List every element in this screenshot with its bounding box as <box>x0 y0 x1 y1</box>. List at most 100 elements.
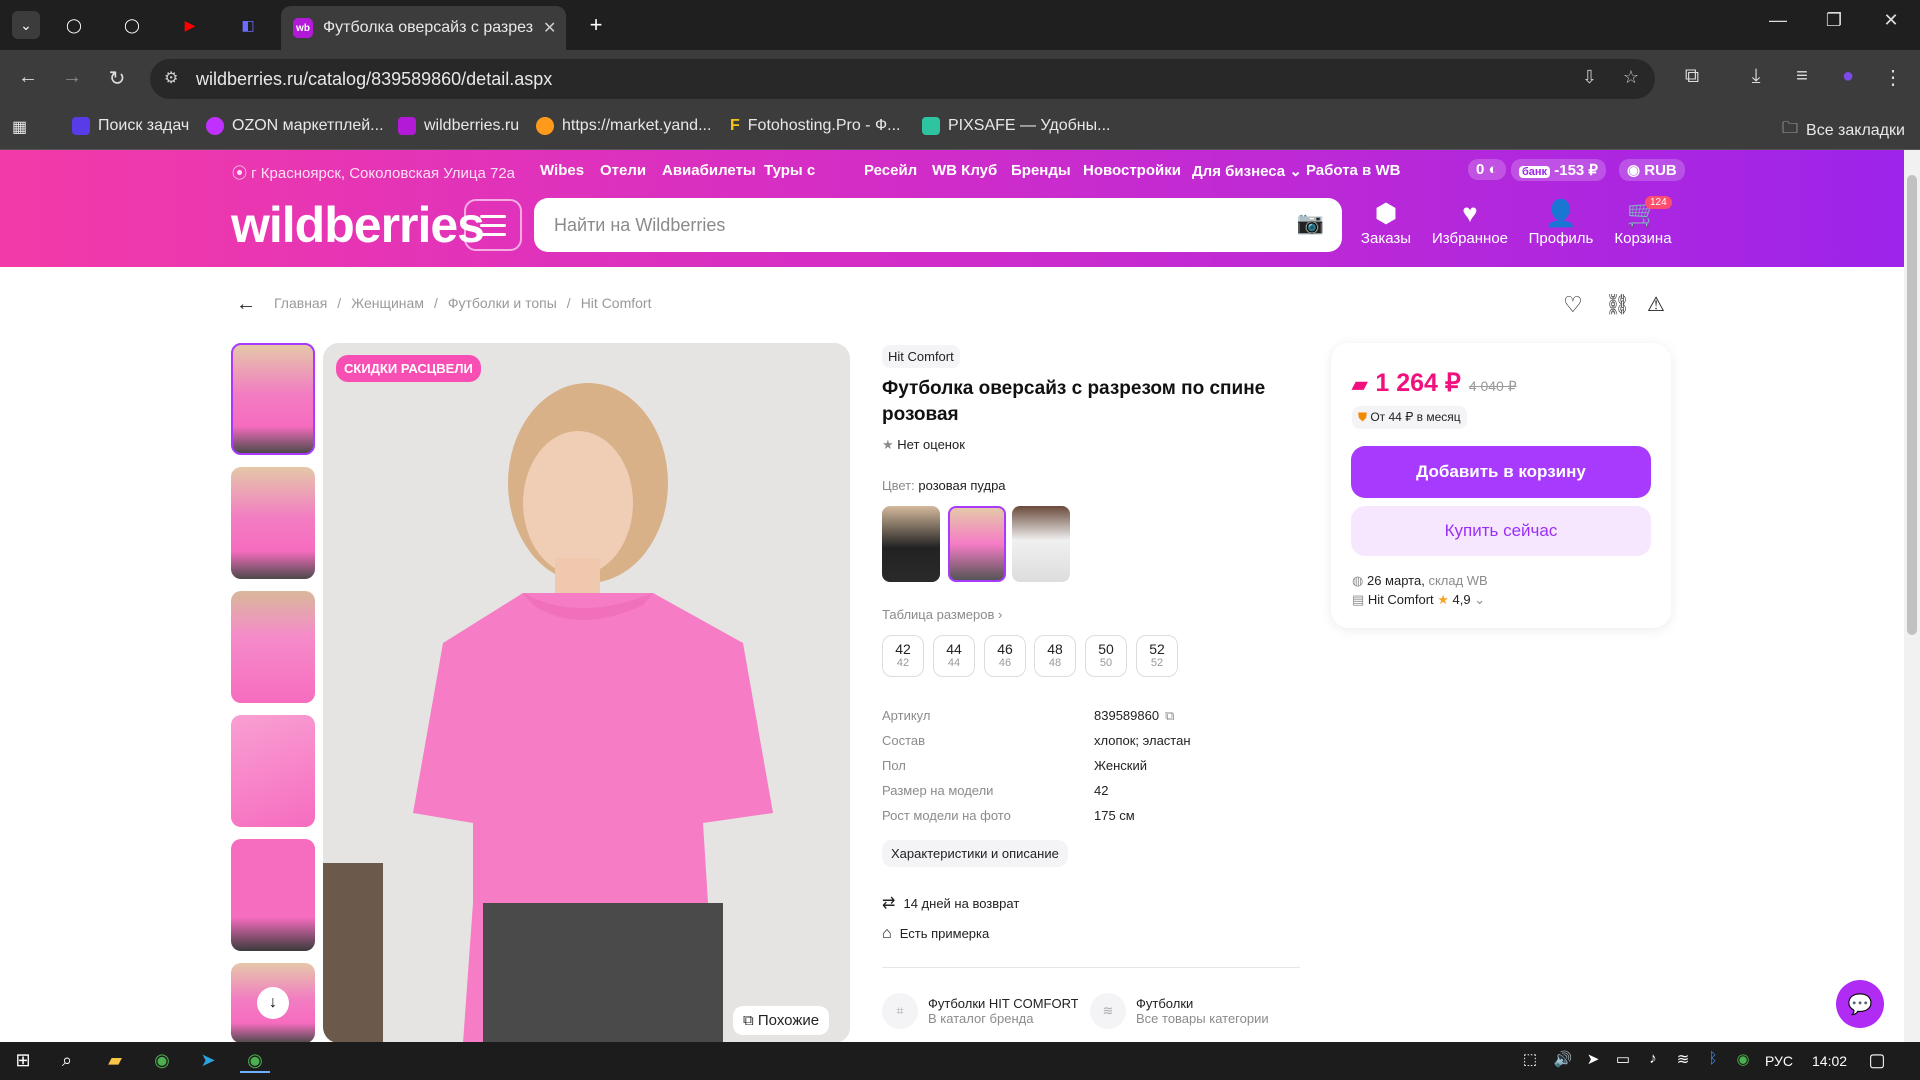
buy-now-button[interactable]: Купить сейчас <box>1351 506 1651 556</box>
address-bar[interactable]: ⚙ wildberries.ru/catalog/839589860/detai… <box>150 59 1655 99</box>
size-option[interactable]: 50 50 <box>1085 635 1127 677</box>
bookmark-item[interactable]: PIXSAFE — Удобны... <box>922 117 1110 135</box>
back-arrow-icon[interactable]: ← <box>236 293 256 316</box>
location[interactable]: ⦿ г Красноярск, Соколовская Улица 72а <box>232 162 515 183</box>
search-input[interactable]: Найти на Wildberries 📷 <box>534 198 1342 252</box>
pinned-tab-icon[interactable]: ◧ <box>234 11 262 39</box>
favorite-heart-icon[interactable]: ♡ <box>1563 292 1583 318</box>
chrome-active-icon[interactable]: ◉ <box>240 1050 270 1073</box>
bookmark-item[interactable]: Поиск задач <box>72 117 189 135</box>
star-icon[interactable]: ☆ <box>1623 67 1639 88</box>
nav-resale[interactable]: Ресейл <box>864 162 917 179</box>
scrollbar-thumb[interactable] <box>1907 175 1917 635</box>
product-main-image[interactable] <box>323 343 850 1043</box>
color-swatch-pink[interactable] <box>948 506 1006 582</box>
nav-brands[interactable]: Бренды <box>1011 162 1071 179</box>
forward-icon[interactable]: → <box>56 66 88 89</box>
back-icon[interactable]: ← <box>12 66 44 89</box>
reload-icon[interactable]: ↻ <box>101 66 133 91</box>
category-link[interactable]: ≋ Футболки Все товары категории <box>1090 993 1269 1029</box>
orders-button[interactable]: ⬢ Заказы <box>1346 196 1426 247</box>
youtube-tab-icon[interactable]: ▶ <box>176 11 204 39</box>
menu-burger-button[interactable] <box>464 199 522 251</box>
size-option[interactable]: 42 42 <box>882 635 924 677</box>
speaker-icon[interactable]: ♪ <box>1638 1050 1668 1067</box>
thumbnail-6[interactable]: ↓ <box>231 963 315 1043</box>
site-settings-icon[interactable]: ⚙ <box>164 68 178 88</box>
brand-chip[interactable]: Hit Comfort <box>882 345 960 368</box>
wallet-badge[interactable]: 0 ◐ <box>1468 159 1506 180</box>
bookmark-item[interactable]: https://market.yand... <box>536 117 711 135</box>
color-swatch-white[interactable] <box>1012 506 1070 582</box>
tab-search-icon[interactable]: ⌄ <box>12 11 40 39</box>
nav-tours[interactable]: Туры с <box>764 162 815 179</box>
similar-button[interactable]: ⧉ Похожие <box>733 1006 830 1035</box>
tray-icon[interactable]: ⬚ <box>1515 1050 1545 1068</box>
size-option[interactable]: 52 52 <box>1136 635 1178 677</box>
all-bookmarks[interactable]: 🗀 Все закладки <box>1782 117 1905 144</box>
tab-close-icon[interactable]: ✕ <box>543 18 556 38</box>
size-option[interactable]: 48 48 <box>1034 635 1076 677</box>
nav-flights[interactable]: Авиабилеты <box>662 162 756 179</box>
share-link-icon[interactable]: ⛓ <box>1605 292 1630 317</box>
volume-icon[interactable]: 🔊 <box>1548 1050 1578 1068</box>
wildberries-logo[interactable]: wildberries <box>231 196 485 254</box>
install-icon[interactable]: ⇩ <box>1582 67 1597 88</box>
add-to-cart-button[interactable]: Добавить в корзину <box>1351 446 1651 498</box>
thumbnail-5[interactable] <box>231 839 315 951</box>
brand-catalog-link[interactable]: ⌗ Футболки HIT COMFORT В каталог бренда <box>882 993 1078 1029</box>
cart-button[interactable]: 🛒 Корзина 124 <box>1603 196 1683 247</box>
telegram-icon[interactable]: ➤ <box>193 1050 223 1071</box>
seller-info[interactable]: ▤ Hit Comfort ★ 4,9 ⌄ <box>1352 592 1485 608</box>
favorites-button[interactable]: ♥ Избранное <box>1430 196 1510 247</box>
thumbnail-3[interactable] <box>231 591 315 703</box>
search-icon[interactable]: ⌕ <box>52 1050 82 1071</box>
close-window-icon[interactable]: ✕ <box>1871 10 1911 31</box>
downloads-icon[interactable]: ⤓ <box>1740 65 1772 88</box>
profile-button[interactable]: 👤 Профиль <box>1521 196 1601 247</box>
nav-wb-club[interactable]: WB Клуб <box>932 162 997 179</box>
bluetooth-icon[interactable]: ᛒ <box>1698 1050 1728 1067</box>
media-icon[interactable]: ≡ <box>1786 65 1818 88</box>
pinned-tab-icon[interactable]: ◯ <box>60 11 88 39</box>
battery-icon[interactable]: ▭ <box>1608 1050 1638 1068</box>
chrome-tray-icon[interactable]: ◉ <box>1728 1050 1758 1068</box>
nav-business[interactable]: Для бизнеса ⌄ <box>1192 162 1302 180</box>
breadcrumb-home[interactable]: Главная <box>274 295 327 311</box>
currency-badge[interactable]: ◉ RUB <box>1619 159 1685 181</box>
apps-icon[interactable]: ▦ <box>12 117 27 137</box>
breadcrumb-brand[interactable]: Hit Comfort <box>581 295 652 311</box>
installment-badge[interactable]: ⛊ От 44 ₽ в месяц <box>1352 406 1467 429</box>
new-tab-icon[interactable]: + <box>582 11 610 39</box>
explorer-icon[interactable]: ▰ <box>100 1050 130 1071</box>
breadcrumb-tshirts[interactable]: Футболки и топы <box>448 295 557 311</box>
thumbnail-2[interactable] <box>231 467 315 579</box>
description-button[interactable]: Характеристики и описание <box>882 840 1068 867</box>
minimize-icon[interactable]: — <box>1758 10 1798 31</box>
chrome-icon[interactable]: ◉ <box>147 1050 177 1071</box>
thumbnail-4[interactable] <box>231 715 315 827</box>
camera-search-icon[interactable]: 📷 <box>1297 210 1324 236</box>
nav-hotels[interactable]: Отели <box>600 162 646 179</box>
clock[interactable]: 14:02 <box>1812 1053 1847 1069</box>
scroll-down-icon[interactable]: ↓ <box>257 987 289 1019</box>
nav-wibes[interactable]: Wibes <box>540 162 584 179</box>
color-swatch-black[interactable] <box>882 506 940 582</box>
bank-badge[interactable]: банк -153 ₽ <box>1511 159 1606 181</box>
chat-button[interactable]: 💬 <box>1836 980 1884 1028</box>
avatar[interactable]: ● <box>1832 65 1864 88</box>
breadcrumb-women[interactable]: Женщинам <box>351 295 424 311</box>
bookmark-item[interactable]: F Fotohosting.Pro - Ф... <box>730 117 900 135</box>
pinned-tab-icon[interactable]: ◯ <box>118 11 146 39</box>
bookmark-item[interactable]: wildberries.ru <box>398 117 519 135</box>
thumbnail-1[interactable] <box>231 343 315 455</box>
language-indicator[interactable]: РУС <box>1765 1053 1793 1069</box>
telegram-tray-icon[interactable]: ➤ <box>1578 1050 1608 1068</box>
copy-icon[interactable]: ⧉ <box>1165 708 1174 724</box>
size-table-link[interactable]: Таблица размеров › <box>882 607 1002 622</box>
tab-active[interactable]: wb Футболка оверсайз с разрезом ✕ <box>281 6 566 50</box>
menu-icon[interactable]: ⋮ <box>1877 65 1909 90</box>
bookmark-item[interactable]: OZON маркетплей... <box>206 117 384 135</box>
size-option[interactable]: 46 46 <box>984 635 1026 677</box>
nav-jobs[interactable]: Работа в WB <box>1306 162 1400 179</box>
